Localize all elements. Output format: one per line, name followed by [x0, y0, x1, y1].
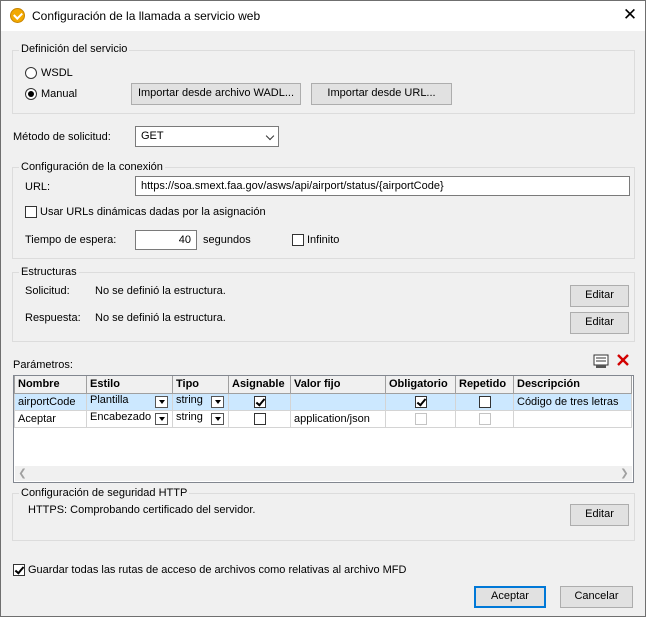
column-header-style[interactable]: Estilo — [86, 376, 173, 394]
wsdl-radio-label[interactable]: WSDL — [41, 67, 73, 79]
service-definition-legend: Definición del servicio — [19, 43, 130, 55]
assignable-checkbox[interactable] — [253, 412, 266, 425]
timeout-unit-label: segundos — [203, 234, 251, 246]
dialog-window: Configuración de la llamada a servicio w… — [0, 0, 646, 617]
manual-radio-label[interactable]: Manual — [41, 88, 77, 100]
table-row[interactable]: Aceptar Encabezado string application/js… — [14, 409, 632, 428]
param-description-cell[interactable] — [513, 409, 632, 428]
response-structure-label: Respuesta: — [25, 312, 81, 324]
param-type-cell[interactable]: string — [172, 409, 229, 428]
column-header-type[interactable]: Tipo — [172, 376, 229, 394]
connection-legend: Configuración de la conexión — [19, 161, 165, 173]
http-security-status: HTTPS: Comprobando certificado del servi… — [28, 504, 256, 516]
column-header-fixed-value[interactable]: Valor fijo — [290, 376, 386, 394]
table-row[interactable]: airportCode Plantilla string Código de t… — [14, 392, 632, 411]
dropdown-arrow-icon[interactable] — [155, 412, 168, 425]
column-header-name[interactable]: Nombre — [14, 376, 87, 394]
column-header-repeated[interactable]: Repetido — [455, 376, 514, 394]
save-relative-paths-checkbox[interactable] — [13, 564, 25, 576]
param-style-cell[interactable]: Encabezado — [86, 409, 173, 428]
http-security-group — [12, 493, 635, 541]
title-bar: Configuración de la llamada a servicio w… — [1, 1, 645, 31]
scroll-left-icon[interactable]: ❮ — [15, 466, 30, 481]
param-fixed-value-cell[interactable]: application/json — [290, 409, 386, 428]
structures-group — [12, 272, 635, 342]
param-name-cell[interactable]: Aceptar — [14, 409, 87, 428]
window-title: Configuración de la llamada a servicio w… — [32, 9, 261, 23]
param-style-value: Encabezado — [90, 410, 152, 423]
repeated-checkbox[interactable] — [478, 395, 491, 408]
param-repeated-cell — [455, 392, 514, 411]
param-type-cell[interactable]: string — [172, 392, 229, 411]
timeout-input[interactable]: 40 — [135, 230, 197, 250]
param-style-value: Plantilla — [90, 393, 129, 406]
delete-parameter-icon[interactable] — [615, 352, 631, 368]
param-description-cell[interactable]: Código de tres letras — [513, 392, 632, 411]
dropdown-arrow-icon[interactable] — [211, 412, 224, 425]
save-relative-paths-label[interactable]: Guardar todas las rutas de acceso de arc… — [28, 564, 406, 576]
timeout-label: Tiempo de espera: — [25, 234, 117, 246]
url-input[interactable]: https://soa.smext.faa.gov/asws/api/airpo… — [135, 176, 630, 196]
param-type-value: string — [176, 410, 203, 423]
param-required-cell — [385, 409, 456, 428]
mapforce-app-icon — [10, 8, 25, 23]
parameters-label: Parámetros: — [13, 359, 73, 371]
param-name-cell[interactable]: airportCode — [14, 392, 87, 411]
structures-legend: Estructuras — [19, 266, 79, 278]
edit-request-structure-button[interactable]: Editar — [570, 285, 629, 307]
required-checkbox[interactable] — [414, 395, 427, 408]
parameters-table: Nombre Estilo Tipo Asignable Valor fijo … — [13, 375, 634, 483]
request-structure-label: Solicitud: — [25, 285, 70, 297]
chevron-down-icon — [265, 131, 275, 141]
request-structure-value: No se definió la estructura. — [95, 285, 226, 297]
required-checkbox — [414, 412, 427, 425]
param-style-cell[interactable]: Plantilla — [86, 392, 173, 411]
dynamic-urls-label[interactable]: Usar URLs dinámicas dadas por la asignac… — [40, 206, 266, 218]
url-label: URL: — [25, 181, 51, 193]
add-parameter-icon[interactable] — [593, 353, 611, 370]
infinite-checkbox[interactable] — [292, 234, 304, 246]
param-required-cell — [385, 392, 456, 411]
column-header-assignable[interactable]: Asignable — [228, 376, 291, 394]
request-method-value: GET — [141, 130, 164, 142]
repeated-checkbox — [478, 412, 491, 425]
dynamic-urls-checkbox[interactable] — [25, 206, 37, 218]
infinite-label[interactable]: Infinito — [307, 234, 339, 246]
manual-radio[interactable] — [25, 88, 37, 100]
wsdl-radio[interactable] — [25, 67, 37, 79]
param-assignable-cell — [228, 409, 291, 428]
param-assignable-cell — [228, 392, 291, 411]
scroll-right-icon[interactable]: ❯ — [617, 466, 632, 481]
response-structure-value: No se definió la estructura. — [95, 312, 226, 324]
http-security-legend: Configuración de seguridad HTTP — [19, 487, 190, 499]
close-icon[interactable]: ✕ — [619, 4, 641, 26]
dropdown-arrow-icon[interactable] — [155, 395, 168, 408]
cancel-button[interactable]: Cancelar — [560, 586, 633, 608]
param-repeated-cell — [455, 409, 514, 428]
assignable-checkbox[interactable] — [253, 395, 266, 408]
import-wadl-button[interactable]: Importar desde archivo WADL... — [131, 83, 301, 105]
column-header-required[interactable]: Obligatorio — [385, 376, 456, 394]
horizontal-scrollbar[interactable]: ❮ ❯ — [15, 466, 632, 481]
param-fixed-value-cell[interactable] — [290, 392, 386, 411]
ok-button[interactable]: Aceptar — [474, 586, 546, 608]
request-method-select[interactable]: GET — [135, 126, 279, 147]
dropdown-arrow-icon[interactable] — [211, 395, 224, 408]
edit-response-structure-button[interactable]: Editar — [570, 312, 629, 334]
request-method-label: Método de solicitud: — [13, 131, 111, 143]
edit-http-security-button[interactable]: Editar — [570, 504, 629, 526]
import-url-button[interactable]: Importar desde URL... — [311, 83, 452, 105]
param-type-value: string — [176, 393, 203, 406]
column-header-description[interactable]: Descripción — [513, 376, 632, 394]
